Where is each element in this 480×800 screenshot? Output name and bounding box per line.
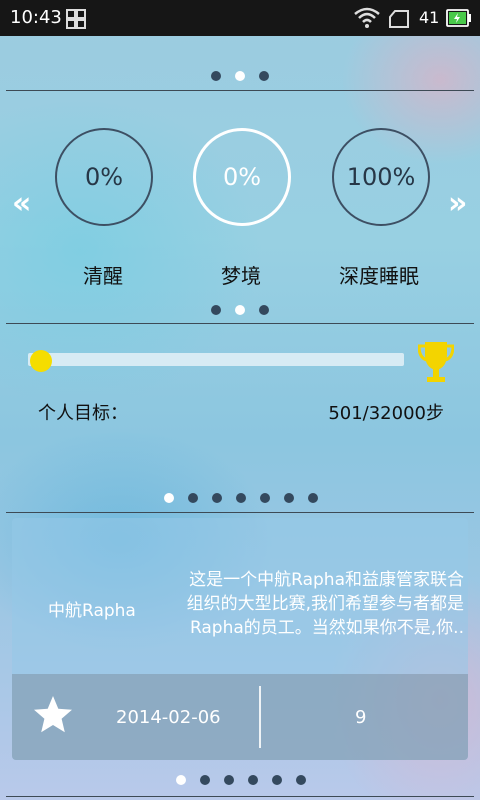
page-dot[interactable]: [236, 493, 246, 503]
goal-progress-thumb[interactable]: [29, 350, 52, 372]
page-indicator-events: [176, 775, 306, 785]
event-description: 这是一个中航Rapha和益康管家联合 组织的大型比赛,我们希望参与者都是 Rap…: [168, 568, 464, 640]
dream-label: 梦境: [221, 264, 261, 288]
page-dot[interactable]: [211, 71, 221, 81]
page-indicator-sleep: [211, 305, 269, 315]
divider: [6, 323, 474, 324]
battery-level: 41: [419, 8, 440, 27]
page-dot[interactable]: [308, 493, 318, 503]
page-dot[interactable]: [272, 775, 282, 785]
grid-icon: [66, 9, 86, 29]
dream-percent: 0%: [222, 163, 262, 191]
deep-sleep-percent: 100%: [346, 163, 416, 191]
page-dot[interactable]: [212, 493, 222, 503]
event-date: 2014-02-06: [116, 707, 221, 728]
goal-steps-value: 501/32000步: [328, 403, 444, 424]
page-dot[interactable]: [284, 493, 294, 503]
event-card[interactable]: 中航Rapha 这是一个中航Rapha和益康管家联合 组织的大型比赛,我们希望参…: [12, 518, 468, 760]
page-dot-active[interactable]: [235, 71, 245, 81]
status-time: 10:43: [10, 7, 62, 28]
star-icon[interactable]: [32, 694, 74, 736]
event-description-line: Rapha的员工。当然如果你不是,你..: [189, 618, 464, 638]
page-dot[interactable]: [224, 775, 234, 785]
participant-count: 9: [355, 707, 367, 728]
trophy-icon: [418, 342, 454, 382]
divider: [6, 90, 474, 91]
awake-percent: 0%: [84, 163, 124, 191]
deep-sleep-percent-circle: 100%: [332, 128, 430, 226]
prev-arrow-icon[interactable]: «: [12, 186, 31, 221]
event-card-footer: 2014-02-06 9: [12, 674, 468, 760]
page-dot[interactable]: [296, 775, 306, 785]
page-dot-active[interactable]: [176, 775, 186, 785]
page-dot-active[interactable]: [235, 305, 245, 315]
divider: [6, 796, 474, 797]
dream-percent-circle: 0%: [193, 128, 291, 226]
page-indicator-top: [211, 71, 269, 81]
goal-progress-track[interactable]: [28, 353, 404, 366]
battery-icon: [446, 9, 471, 27]
page-indicator-goal: [164, 493, 318, 503]
wifi-icon: [354, 7, 380, 28]
page-dot-active[interactable]: [164, 493, 174, 503]
deep-sleep-label: 深度睡眠: [339, 264, 419, 288]
status-bar: 10:43 41: [0, 0, 480, 36]
event-title: 中航Rapha: [48, 601, 136, 621]
divider: [6, 512, 474, 513]
page-dot[interactable]: [259, 305, 269, 315]
footer-separator: [259, 686, 261, 748]
sim-card-icon: [389, 10, 409, 28]
awake-percent-circle: 0%: [55, 128, 153, 226]
event-description-line: 这是一个中航Rapha和益康管家联合: [189, 570, 464, 590]
page-dot[interactable]: [259, 71, 269, 81]
next-arrow-icon[interactable]: »: [448, 186, 467, 221]
goal-label: 个人目标：: [38, 403, 128, 424]
page-dot[interactable]: [248, 775, 258, 785]
page-dot[interactable]: [188, 493, 198, 503]
page-dot[interactable]: [200, 775, 210, 785]
awake-label: 清醒: [83, 264, 123, 288]
page-dot[interactable]: [211, 305, 221, 315]
event-description-line: 组织的大型比赛,我们希望参与者都是: [186, 594, 464, 614]
page-dot[interactable]: [260, 493, 270, 503]
